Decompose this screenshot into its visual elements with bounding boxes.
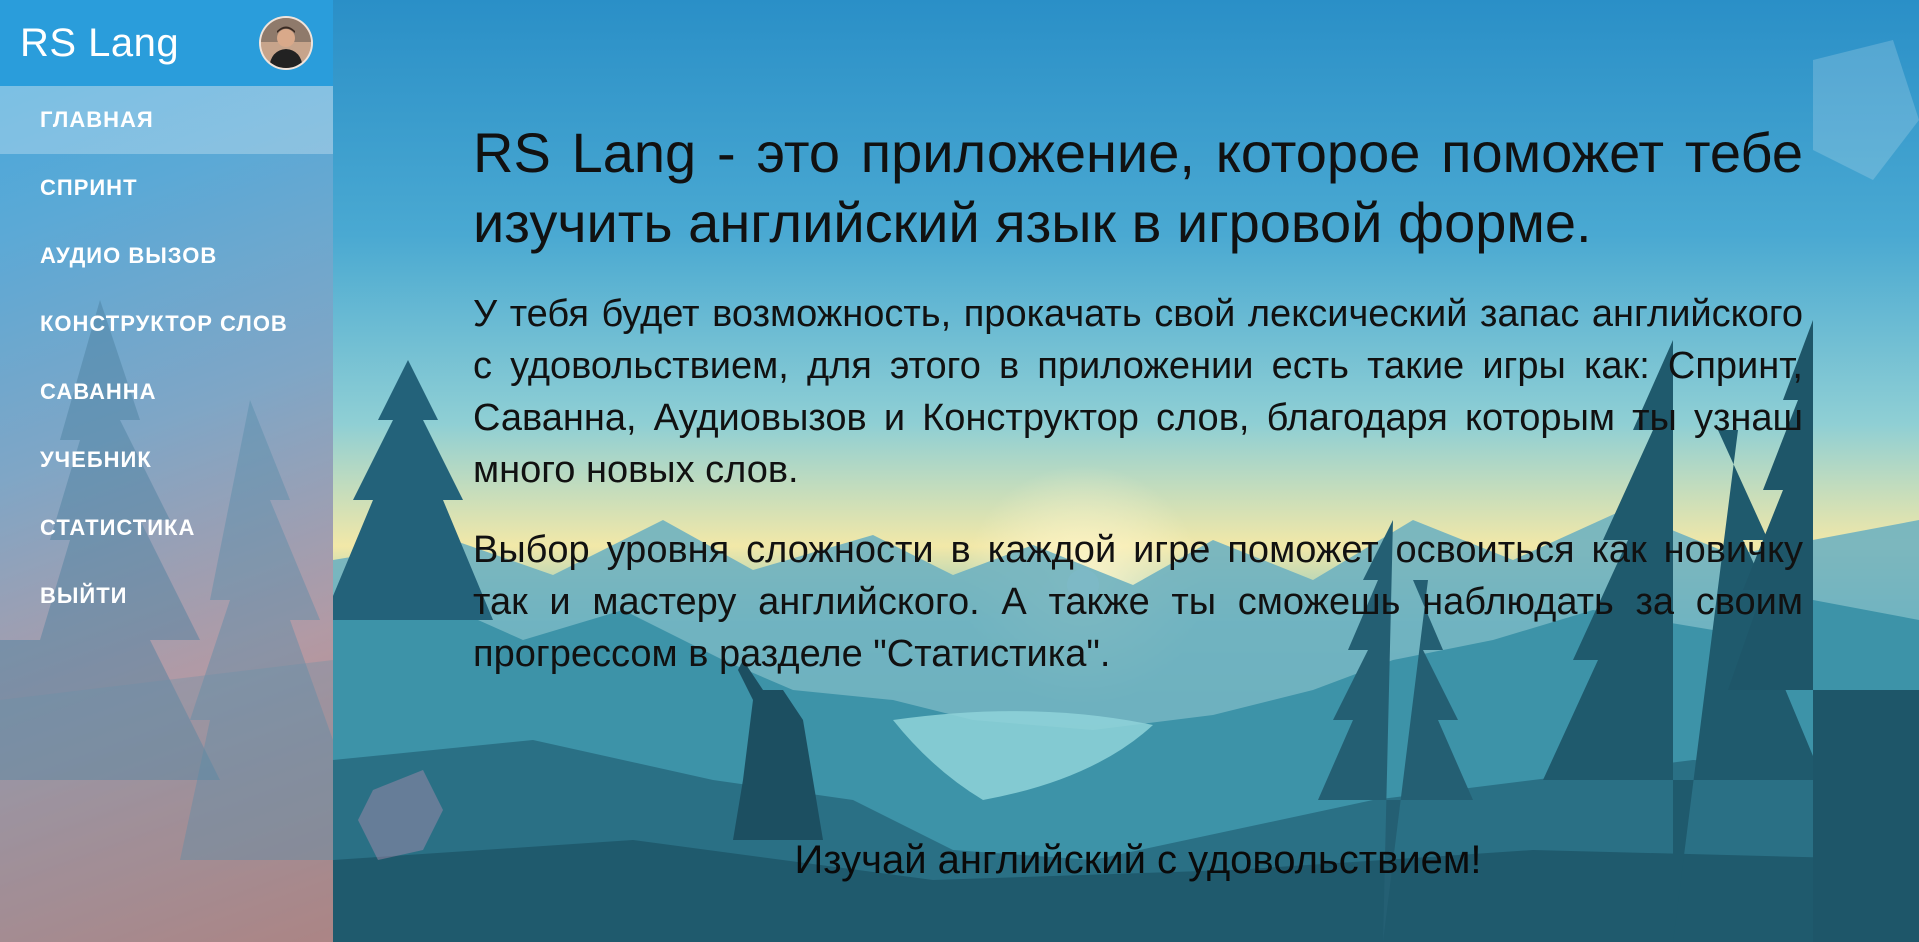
headline: RS Lang - это приложение, которое поможе… bbox=[473, 121, 1803, 254]
sidebar: RS Lang ГЛАВНАЯ СПРИНТ АУДИО ВЫЗОВ КОНСТРУК… bbox=[0, 0, 333, 942]
tagline: Изучай английский с удовольствием! bbox=[794, 838, 1482, 882]
sidebar-nav: ГЛАВНАЯ СПРИНТ АУДИО ВЫЗОВ КОНСТРУКТОР СЛОВ… bbox=[0, 86, 333, 630]
sidebar-header: RS Lang bbox=[0, 0, 333, 86]
sidebar-item-4[interactable]: САВАННА bbox=[0, 358, 333, 426]
user-avatar-icon[interactable] bbox=[259, 16, 313, 70]
sidebar-item-6[interactable]: СТАТИСТИКА bbox=[0, 494, 333, 562]
sidebar-item-5[interactable]: УЧЕБНИК bbox=[0, 426, 333, 494]
intro-content: RS Lang - это приложение, которое поможе… bbox=[473, 118, 1803, 708]
intro-paragraph-2: Выбор уровня сложности в каждой игре пом… bbox=[473, 529, 1803, 675]
sidebar-item-2[interactable]: АУДИО ВЫЗОВ bbox=[0, 222, 333, 290]
sidebar-item-7[interactable]: ВЫЙТИ bbox=[0, 562, 333, 630]
intro-paragraph-1: У тебя будет возможность, прокачать свой… bbox=[473, 293, 1803, 491]
sidebar-item-1[interactable]: СПРИНТ bbox=[0, 154, 333, 222]
sidebar-item-3[interactable]: КОНСТРУКТОР СЛОВ bbox=[0, 290, 333, 358]
app-title[interactable]: RS Lang bbox=[20, 21, 179, 66]
sidebar-item-0[interactable]: ГЛАВНАЯ bbox=[0, 86, 333, 154]
main-content: RS Lang - это приложение, которое поможе… bbox=[333, 0, 1919, 942]
